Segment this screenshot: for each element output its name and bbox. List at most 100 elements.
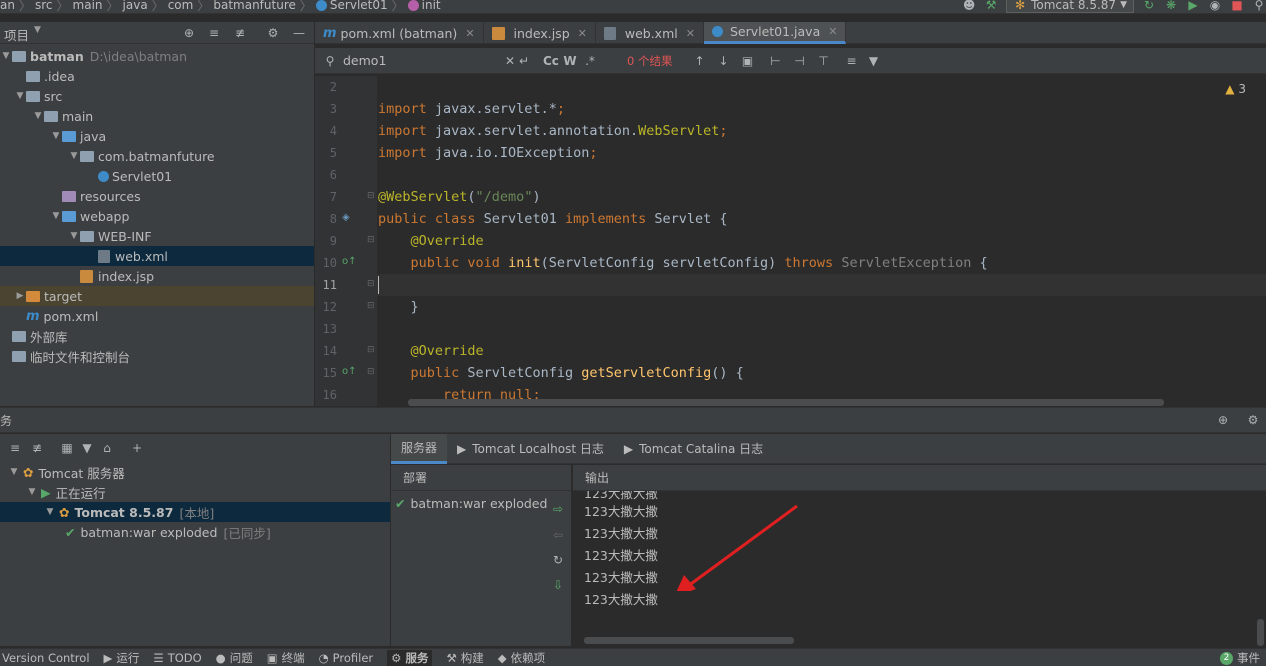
locate-icon[interactable]: ⊕: [182, 26, 196, 40]
minimize-icon[interactable]: —: [292, 26, 306, 40]
arrow-up-icon[interactable]: ↑: [692, 54, 706, 68]
tree-item[interactable]: m pom.xml: [0, 306, 314, 326]
tree-item[interactable]: ▼ webapp: [0, 206, 314, 226]
chevron-down-icon[interactable]: ▼: [26, 487, 38, 497]
new-line-icon[interactable]: ↵: [517, 54, 531, 68]
build-hammer-icon[interactable]: ⚒: [984, 0, 998, 12]
editor-tab[interactable]: m pom.xml (batman) ✕: [315, 22, 484, 44]
tree-item[interactable]: ▼ main: [0, 106, 314, 126]
filter-options-icon[interactable]: ≡: [844, 54, 858, 68]
tool-window-button[interactable]: ◔ Profiler: [319, 651, 374, 665]
tree-item[interactable]: .idea: [0, 66, 314, 86]
tool-window-button[interactable]: ◆ 依赖项: [498, 650, 545, 666]
refresh-icon[interactable]: ↻: [551, 553, 565, 567]
new-tab-icon[interactable]: ⌂: [100, 441, 114, 455]
select-all-icon[interactable]: ▣: [740, 54, 754, 68]
debug-icon[interactable]: ❋: [1164, 0, 1178, 12]
breadcrumb-item[interactable]: init: [407, 0, 441, 12]
gear-icon[interactable]: ⚙: [266, 26, 280, 40]
tool-window-button[interactable]: ▶ 运行: [104, 650, 140, 666]
words-icon[interactable]: W: [563, 54, 577, 68]
chevron-down-icon[interactable]: ▼: [68, 231, 80, 241]
breadcrumb-item[interactable]: Servlet01: [315, 0, 388, 12]
class-gutter-icon[interactable]: ◈: [342, 212, 350, 223]
chevron-down-icon[interactable]: ▼: [0, 51, 12, 61]
breadcrumb-item[interactable]: main: [73, 0, 103, 12]
fold-icon[interactable]: ⊟: [367, 367, 375, 377]
editor-tab[interactable]: Servlet01.java ✕: [703, 22, 847, 44]
close-icon[interactable]: ✕: [578, 27, 587, 40]
override-gutter-icon[interactable]: o↑: [342, 366, 357, 377]
services-tab[interactable]: ▶ Tomcat Localhost 日志: [447, 434, 614, 464]
services-tab[interactable]: 服务器: [391, 433, 448, 464]
output-vscrollbar[interactable]: [1257, 619, 1264, 646]
close-icon[interactable]: ✕: [686, 27, 695, 40]
chevron-down-icon[interactable]: ▼: [34, 25, 41, 35]
close-icon[interactable]: ✕: [465, 27, 474, 40]
breadcrumb-item[interactable]: batmanfuture: [213, 0, 296, 12]
collapse-all-icon[interactable]: ≢: [233, 26, 247, 40]
fold-icon[interactable]: ⊟: [367, 345, 375, 355]
chevron-down-icon[interactable]: ▼: [50, 131, 62, 141]
chevron-down-icon[interactable]: ▼: [50, 211, 62, 221]
fold-icon[interactable]: ⊟: [367, 279, 375, 289]
tree-item[interactable]: ▼ java: [0, 126, 314, 146]
filter-icon[interactable]: ▼: [80, 441, 94, 455]
tool-window-button[interactable]: Version Control: [2, 651, 90, 665]
deploy-update-icon[interactable]: ⇨: [551, 502, 565, 516]
horizontal-scrollbar[interactable]: [408, 399, 1164, 406]
service-item[interactable]: ✔ batman:war exploded [已同步]: [0, 522, 390, 542]
tool-window-button[interactable]: ⚒ 构建: [446, 650, 483, 666]
fold-icon[interactable]: ⊟: [367, 301, 375, 311]
rerun-icon[interactable]: ↻: [1142, 0, 1156, 12]
override-gutter-icon[interactable]: o↑: [342, 256, 357, 267]
chevron-down-icon[interactable]: ▼: [68, 151, 80, 161]
services-tab[interactable]: ▶ Tomcat Catalina 日志: [614, 434, 773, 464]
chevron-down-icon[interactable]: ▼: [8, 467, 20, 477]
add-service-icon[interactable]: ⊕: [1216, 413, 1230, 427]
output-console[interactable]: 123大撒大撒 123大撒大撒 123大撒大撒 123大撒大撒 123大撒大撒 123大…: [572, 491, 1266, 646]
chevron-down-icon[interactable]: ▼: [32, 111, 44, 121]
fold-icon[interactable]: ⊟: [367, 191, 375, 201]
gear-icon[interactable]: ⚙: [1246, 413, 1260, 427]
chevron-down-icon[interactable]: ▼: [44, 507, 56, 517]
chevron-right-icon[interactable]: ▶: [14, 291, 26, 301]
code-editor[interactable]: import javax.servlet.*; import javax.serv…: [377, 76, 1266, 406]
output-scrollbar[interactable]: [584, 637, 794, 644]
editor-tab[interactable]: web.xml ✕: [596, 22, 704, 44]
search-everywhere-icon[interactable]: ⚲: [1252, 0, 1266, 12]
tree-item[interactable]: Servlet01: [0, 166, 314, 186]
service-item[interactable]: ▼ ✿ Tomcat 服务器: [0, 462, 390, 482]
expand-all-icon[interactable]: ≡: [207, 26, 221, 40]
tool-window-button[interactable]: ▣ 终端: [267, 650, 305, 666]
deploy-all-icon[interactable]: ⇩: [551, 578, 565, 592]
toggle-select-icon[interactable]: ⊤: [816, 54, 830, 68]
service-item[interactable]: ▼ ✿ Tomcat 8.5.87 [本地]: [0, 502, 390, 522]
regex-icon[interactable]: .*: [583, 54, 597, 68]
stop-icon[interactable]: ■: [1230, 0, 1244, 12]
match-case-icon[interactable]: Cc: [543, 54, 559, 68]
event-log[interactable]: 2 事件: [1220, 650, 1260, 666]
run-config-selector[interactable]: ✻ Tomcat 8.5.87 ▼: [1006, 0, 1134, 13]
breadcrumb-item[interactable]: com: [168, 0, 194, 12]
undeploy-icon[interactable]: ⇦: [551, 528, 565, 542]
editor-tab[interactable]: index.jsp ✕: [484, 22, 596, 44]
collapse-all-icon[interactable]: ≢: [30, 441, 44, 455]
breadcrumb-item[interactable]: java: [123, 0, 148, 12]
fold-icon[interactable]: ⊟: [367, 235, 375, 245]
breadcrumb-item[interactable]: src: [35, 0, 53, 12]
tool-window-button[interactable]: ☰ TODO: [153, 651, 201, 665]
search-input[interactable]: [343, 53, 503, 68]
tree-item[interactable]: 临时文件和控制台: [0, 346, 314, 366]
tree-item[interactable]: ▼ com.batmanfuture: [0, 146, 314, 166]
deploy-item[interactable]: ✔ batman:war exploded: [395, 496, 547, 511]
tree-item[interactable]: ▼ batman D:\idea\batman: [0, 46, 314, 66]
profile-icon[interactable]: ◉: [1208, 0, 1222, 12]
tool-window-button[interactable]: ⚙ 服务: [387, 649, 433, 666]
inspection-widget[interactable]: ▲ 3: [1225, 82, 1246, 96]
clear-icon[interactable]: ✕: [503, 54, 517, 68]
coverage-icon[interactable]: ▶: [1186, 0, 1200, 12]
tree-item[interactable]: web.xml: [0, 246, 314, 266]
tree-item[interactable]: 外部库: [0, 326, 314, 346]
breadcrumb-item[interactable]: an: [0, 0, 15, 12]
